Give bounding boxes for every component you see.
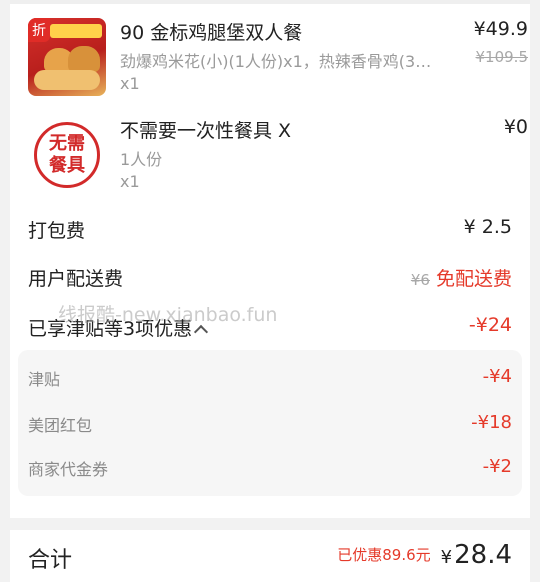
discount-value: -¥2 bbox=[482, 456, 512, 477]
chevron-up-icon bbox=[194, 324, 209, 340]
burger-meal-image: 折 bbox=[28, 18, 106, 96]
discount-breakdown: 津贴 -¥4 美团红包 -¥18 商家代金券 -¥2 bbox=[18, 350, 522, 496]
item-original-price: ¥109.5 bbox=[475, 48, 529, 66]
section-divider bbox=[10, 518, 530, 530]
packing-fee-label: 打包费 bbox=[28, 220, 86, 242]
delivery-fee-values: ¥6 免配送费 bbox=[411, 264, 512, 291]
item-price: ¥0 bbox=[503, 116, 528, 138]
total-amount: 28.4 bbox=[454, 540, 512, 570]
total-label: 合计 bbox=[28, 548, 73, 573]
packing-fee-value: ¥ 2.5 bbox=[463, 216, 512, 238]
discount-summary-value: -¥24 bbox=[468, 314, 512, 336]
item-description: 劲爆鸡米花(小)(1人份)x1，热辣香骨鸡(3… bbox=[120, 52, 432, 71]
discount-summary-toggle[interactable]: 已享津贴等3项优惠 bbox=[28, 314, 209, 341]
packing-fee-row: 打包费 ¥ 2.5 bbox=[28, 216, 512, 246]
item-description: 1人份 bbox=[120, 150, 163, 169]
discount-label: 津贴 bbox=[28, 370, 61, 389]
item-quantity: x1 bbox=[120, 74, 140, 93]
total-saved: 已优惠89.6元 bbox=[337, 546, 431, 564]
no-utensils-icon: 无需 餐具 bbox=[34, 122, 100, 188]
item-price: ¥49.9 bbox=[473, 18, 528, 40]
total-row: 合计 已优惠89.6元 ¥28.4 bbox=[28, 540, 512, 576]
delivery-fee-label: 用户配送费 bbox=[28, 268, 124, 290]
order-item[interactable]: 无需 餐具 不需要一次性餐具 X 1人份 x1 ¥0 bbox=[28, 116, 528, 202]
promo-banner-icon bbox=[50, 24, 102, 38]
item-name: 90 金标鸡腿堡双人餐 bbox=[120, 22, 303, 44]
discount-summary-row[interactable]: 已享津贴等3项优惠 -¥24 bbox=[28, 314, 512, 344]
total-values: 已优惠89.6元 ¥28.4 bbox=[337, 540, 512, 570]
total-currency: ¥ bbox=[440, 547, 453, 568]
delivery-fee-original: ¥6 bbox=[410, 271, 430, 289]
order-summary-card: 折 90 金标鸡腿堡双人餐 劲爆鸡米花(小)(1人份)x1，热辣香骨鸡(3… x… bbox=[10, 0, 530, 582]
discount-row: 美团红包 -¥18 bbox=[28, 412, 512, 438]
no-utensils-image: 无需 餐具 bbox=[28, 116, 106, 194]
discount-label: 商家代金券 bbox=[28, 460, 109, 479]
top-divider bbox=[10, 0, 530, 4]
discount-badge: 折 bbox=[28, 18, 50, 42]
burger-shape-icon-2 bbox=[68, 46, 100, 72]
no-utensils-text-2: 餐具 bbox=[49, 155, 85, 176]
item-quantity: x1 bbox=[120, 172, 140, 191]
delivery-fee-row: 用户配送费 ¥6 免配送费 bbox=[28, 264, 512, 294]
discount-value: -¥18 bbox=[471, 412, 512, 433]
delivery-fee-free: 免配送费 bbox=[435, 268, 512, 290]
order-item[interactable]: 折 90 金标鸡腿堡双人餐 劲爆鸡米花(小)(1人份)x1，热辣香骨鸡(3… x… bbox=[28, 18, 528, 104]
discount-row: 津贴 -¥4 bbox=[28, 366, 512, 392]
discount-summary-label: 已享津贴等3项优惠 bbox=[28, 318, 193, 340]
discount-value: -¥4 bbox=[482, 366, 512, 387]
discount-row: 商家代金券 -¥2 bbox=[28, 456, 512, 482]
discount-label: 美团红包 bbox=[28, 416, 93, 435]
no-utensils-text-1: 无需 bbox=[49, 133, 85, 154]
item-name: 不需要一次性餐具 X bbox=[120, 120, 292, 142]
nuggets-shape-icon bbox=[34, 70, 100, 90]
